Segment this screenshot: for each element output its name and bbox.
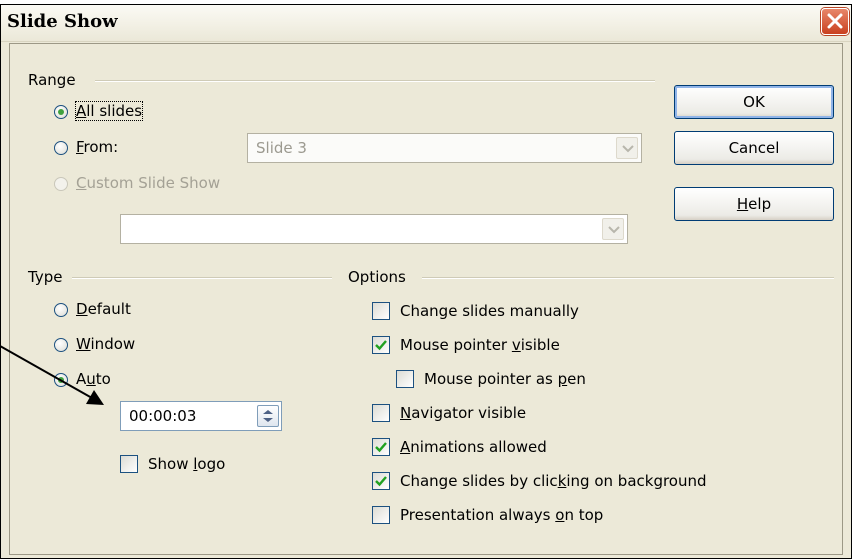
pause-spin-buttons[interactable] <box>257 405 279 427</box>
help-button[interactable]: Help <box>674 187 834 221</box>
checkbox-animations-allowed[interactable]: Animations allowed <box>372 437 632 459</box>
checkbox-change-slides-manually[interactable]: Change slides manually <box>372 301 632 323</box>
change-slides-manually-checkbox[interactable] <box>372 302 390 320</box>
change-slides-manually-label: Change slides manually <box>400 302 579 320</box>
pause-duration-stepper[interactable]: 00:00:03 <box>120 401 282 431</box>
spin-up-icon[interactable] <box>262 409 274 415</box>
show-logo-label: Show logo <box>148 455 226 473</box>
navigator-visible-label: Navigator visible <box>400 404 527 422</box>
chevron-down-icon <box>622 145 634 153</box>
presentation-always-on-top-label: Presentation always on top <box>400 506 604 524</box>
mouse-pointer-visible-checkbox[interactable] <box>372 336 390 354</box>
custom-slide-show-select[interactable] <box>120 214 628 244</box>
spin-down-icon[interactable] <box>262 417 274 423</box>
custom-dropdown-button[interactable] <box>602 218 624 240</box>
close-icon <box>827 13 843 29</box>
checkbox-navigator-visible[interactable]: Navigator visible <box>372 403 632 425</box>
cancel-button[interactable]: Cancel <box>674 131 834 165</box>
mouse-pointer-as-pen-label: Mouse pointer as pen <box>424 370 586 388</box>
show-logo-checkbox[interactable] <box>120 455 138 473</box>
checkbox-change-slides-by-clicking[interactable]: Change slides by clicking on background <box>372 471 812 493</box>
check-icon <box>375 442 387 453</box>
from-slide-select[interactable]: Slide 3 <box>247 133 642 163</box>
title-bar[interactable]: Slide Show <box>1 5 851 42</box>
change-slides-by-clicking-checkbox[interactable] <box>372 472 390 490</box>
pause-duration-value: 00:00:03 <box>129 407 197 425</box>
animations-allowed-label: Animations allowed <box>400 438 547 456</box>
checkbox-mouse-pointer-visible[interactable]: Mouse pointer visible <box>372 335 632 357</box>
dialog-body: Range All slides From: Slide 3 Custom Sl… <box>9 43 843 555</box>
checkbox-mouse-pointer-as-pen[interactable]: Mouse pointer as pen <box>396 369 636 391</box>
presentation-always-on-top-checkbox[interactable] <box>372 506 390 524</box>
animations-allowed-checkbox[interactable] <box>372 438 390 456</box>
close-button[interactable] <box>821 8 849 35</box>
options-group-line <box>422 277 834 279</box>
check-icon <box>375 340 387 351</box>
check-icon <box>375 476 387 487</box>
mouse-pointer-visible-label: Mouse pointer visible <box>400 336 560 354</box>
range-group-line <box>95 80 655 82</box>
from-slide-dropdown-button[interactable] <box>616 137 638 159</box>
from-slide-value: Slide 3 <box>256 139 307 157</box>
callout-arrow-icon <box>0 345 104 405</box>
checkbox-show-logo[interactable]: Show logo <box>120 454 270 476</box>
options-group-label: Options <box>348 268 410 286</box>
navigator-visible-checkbox[interactable] <box>372 404 390 422</box>
checkbox-presentation-always-on-top[interactable]: Presentation always on top <box>372 505 672 527</box>
mouse-pointer-as-pen-checkbox[interactable] <box>396 370 414 388</box>
slide-show-dialog: Slide Show Range All slides From: Slide … <box>0 4 852 559</box>
change-slides-by-clicking-label: Change slides by clicking on background <box>400 472 707 490</box>
ok-button[interactable]: OK <box>674 85 834 119</box>
chevron-down-icon <box>608 226 620 234</box>
